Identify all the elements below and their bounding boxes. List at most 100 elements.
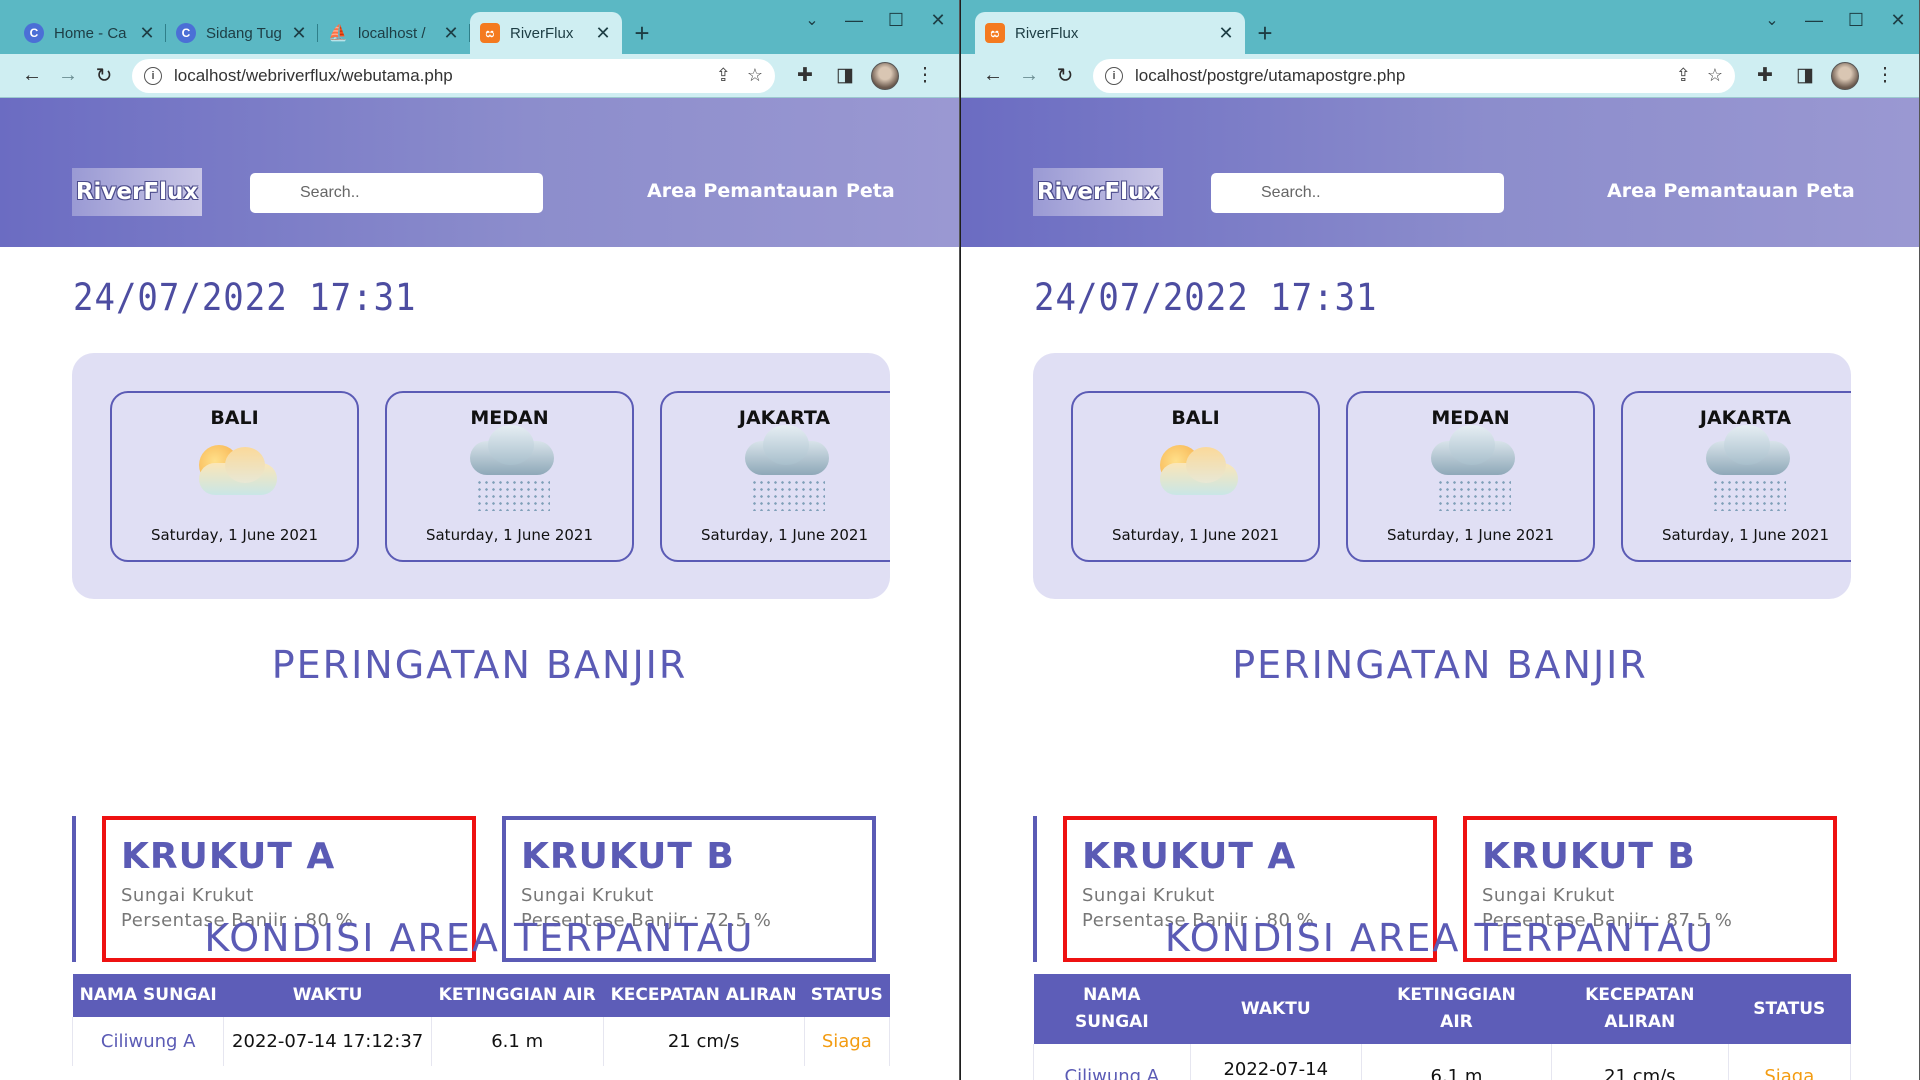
kondisi-section-title: KONDISI AREA TERPANTAU (1164, 916, 1716, 960)
riverflux-logo[interactable]: RiverFlux (72, 168, 202, 216)
close-window-icon[interactable]: ✕ (1877, 0, 1919, 40)
extensions-puzzle-icon[interactable]: ✚ (785, 58, 825, 94)
xampp-icon: ස (985, 23, 1005, 43)
datetime-display: 24/07/2022 17:31 (73, 276, 417, 320)
maximize-icon[interactable]: ☐ (875, 0, 917, 40)
table-header-row: NAMA SUNGAI WAKTU KETINGGIAN AIR KECEPATAN… (1033, 974, 1851, 1044)
warning-name: KRUKUT A (121, 836, 336, 877)
nav-area-pemantauan[interactable]: Area Pemantauan (1607, 180, 1798, 202)
river-link[interactable]: Ciliwung A (71, 1017, 225, 1066)
status-badge: Siaga (803, 1017, 891, 1066)
header-line: AIR (1440, 1012, 1473, 1032)
extensions-puzzle-icon[interactable]: ✚ (1745, 58, 1785, 94)
riverflux-page: RiverFlux Area Pemantauan Peta 24/07/202… (0, 98, 959, 1080)
window-controls: ⌄ — ☐ ✕ (791, 0, 959, 40)
avatar (871, 61, 899, 90)
warning-section-title: PERINGATAN BANJIR (271, 643, 688, 687)
reload-icon[interactable]: ↻ (1047, 58, 1083, 94)
col-nama-sungai: NAMA SUNGAI (1033, 974, 1191, 1044)
table-row: Ciliwung A 2022-07-14 6.1 m 21 cm/s Siag… (1033, 1044, 1852, 1080)
warning-name: KRUKUT A (1082, 836, 1297, 877)
tab-canva-home[interactable]: C Home - Ca ✕ (14, 12, 166, 54)
col-kecepatan: KECEPATAN ALIRAN (603, 974, 805, 1017)
back-arrow-icon[interactable]: ← (975, 58, 1011, 94)
close-tab-icon[interactable]: ✕ (442, 23, 460, 44)
profile-avatar[interactable] (1825, 58, 1865, 94)
menu-kebab-icon[interactable]: ⋮ (1865, 58, 1905, 94)
minimize-icon[interactable]: — (833, 0, 875, 40)
weather-date: Saturday, 1 June 2021 (1386, 526, 1555, 544)
tab-localhost[interactable]: ⛵ localhost / ✕ (318, 12, 470, 54)
tab-title: Home - Ca (54, 24, 127, 42)
browser-toolbar: ← → ↻ i localhost/webriverflux/webutama.… (0, 54, 959, 98)
window-controls: ⌄ — ☐ ✕ (1751, 0, 1919, 40)
side-panel-icon[interactable]: ◨ (825, 58, 865, 94)
weather-card-medan: MEDAN Saturday, 1 June 2021 (1346, 391, 1595, 562)
warning-river: Sungai Krukut (521, 885, 654, 906)
col-ketinggian: KETINGGIAN AIR (431, 974, 604, 1017)
kondisi-table: NAMA SUNGAI WAKTU KETINGGIAN AIR KECEPATAN… (1033, 974, 1852, 1080)
canva-c-icon: C (24, 23, 44, 43)
header-line: NAMA (1083, 985, 1141, 1005)
tab-riverflux[interactable]: ස RiverFlux ✕ (975, 12, 1245, 54)
weather-city: BALI (210, 407, 259, 429)
kondisi-section-title: KONDISI AREA TERPANTAU (204, 916, 755, 960)
tab-strip: C Home - Ca ✕ C Sidang Tug ✕ ⛵ localhost… (0, 0, 959, 54)
bookmark-star-icon[interactable]: ☆ (1707, 65, 1723, 86)
side-panel-icon[interactable]: ◨ (1785, 58, 1825, 94)
header-line: SUNGAI (1074, 1012, 1149, 1032)
share-icon[interactable]: ⇪ (716, 65, 731, 86)
weather-date: Saturday, 1 June 2021 (1661, 526, 1830, 544)
weather-date: Saturday, 1 June 2021 (1111, 526, 1280, 544)
tab-strip: ස RiverFlux ✕ + ⌄ — ☐ ✕ (961, 0, 1919, 54)
cell-speed: 21 cm/s (1551, 1044, 1729, 1080)
header-line: KECEPATAN (1585, 985, 1695, 1005)
site-info-icon[interactable]: i (1105, 66, 1123, 85)
reload-icon[interactable]: ↻ (86, 58, 122, 94)
back-arrow-icon[interactable]: ← (14, 58, 50, 94)
nav-peta[interactable]: Peta (1806, 180, 1855, 202)
close-tab-icon[interactable]: ✕ (1217, 23, 1235, 44)
minimize-icon[interactable]: — (1793, 0, 1835, 40)
search-input[interactable] (250, 173, 543, 213)
site-header: RiverFlux Area Pemantauan Peta (961, 98, 1919, 247)
status-badge: Siaga (1727, 1044, 1852, 1080)
close-tab-icon[interactable]: ✕ (138, 23, 156, 44)
search-input[interactable] (1211, 173, 1504, 213)
forward-arrow-icon[interactable]: → (1011, 58, 1047, 94)
profile-avatar[interactable] (865, 58, 905, 94)
riverflux-logo[interactable]: RiverFlux (1033, 168, 1163, 216)
warning-name: KRUKUT B (1482, 836, 1696, 877)
new-tab-button[interactable]: + (1245, 12, 1285, 54)
weather-card-bali: BALI Saturday, 1 June 2021 (110, 391, 359, 562)
nav-area-pemantauan[interactable]: Area Pemantauan (647, 180, 838, 202)
maximize-icon[interactable]: ☐ (1835, 0, 1877, 40)
weather-date: Saturday, 1 June 2021 (150, 526, 319, 544)
nav-peta[interactable]: Peta (846, 180, 895, 202)
weather-card-jakarta: JAKARTA Saturday, 1 June 2021 (1621, 391, 1851, 562)
url-text: localhost/postgre/utamapostgre.php (1135, 65, 1406, 85)
site-info-icon[interactable]: i (144, 66, 162, 85)
rain-cloud-icon (1423, 425, 1519, 513)
address-bar[interactable]: i localhost/postgre/utamapostgre.php ⇪ ☆ (1093, 58, 1735, 93)
col-status: STATUS (1728, 974, 1851, 1044)
browser-toolbar: ← → ↻ i localhost/postgre/utamapostgre.p… (961, 54, 1919, 98)
tab-search-icon[interactable]: ⌄ (791, 0, 833, 40)
close-tab-icon[interactable]: ✕ (290, 23, 308, 44)
share-icon[interactable]: ⇪ (1676, 65, 1691, 86)
river-link[interactable]: Ciliwung A (1033, 1044, 1191, 1080)
menu-kebab-icon[interactable]: ⋮ (905, 58, 945, 94)
sunny-cloud-icon (187, 437, 283, 513)
header-line: WAKTU (1240, 998, 1311, 1019)
close-tab-icon[interactable]: ✕ (594, 23, 612, 44)
col-ketinggian: KETINGGIAN AIR (1361, 974, 1552, 1044)
address-bar[interactable]: i localhost/webriverflux/webutama.php ⇪ … (132, 58, 775, 93)
close-window-icon[interactable]: ✕ (917, 0, 959, 40)
bookmark-star-icon[interactable]: ☆ (747, 65, 763, 86)
tab-riverflux[interactable]: ස RiverFlux ✕ (470, 12, 622, 54)
tab-sidang[interactable]: C Sidang Tug ✕ (166, 12, 318, 54)
tab-title: localhost / (358, 24, 426, 42)
forward-arrow-icon[interactable]: → (50, 58, 86, 94)
new-tab-button[interactable]: + (622, 12, 662, 54)
tab-search-icon[interactable]: ⌄ (1751, 0, 1793, 40)
